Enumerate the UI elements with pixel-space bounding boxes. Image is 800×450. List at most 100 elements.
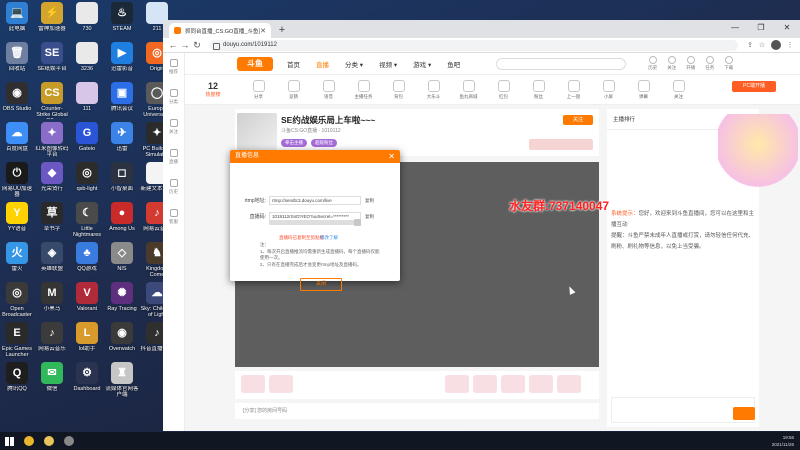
menu-kebab-icon[interactable]: ⋮: [784, 41, 796, 49]
category-item[interactable]: 小屏: [591, 79, 626, 100]
desktop-icon[interactable]: ◉ OBS Studio: [0, 82, 34, 112]
reload-icon[interactable]: ↻: [191, 40, 203, 51]
sidebar-item[interactable]: 关注: [163, 113, 184, 143]
pc-broadcast-button[interactable]: PC端开播: [732, 81, 776, 92]
desktop-icon[interactable]: ◈ 英雄联盟: [35, 242, 69, 272]
bookmark-star-icon[interactable]: ☆: [756, 41, 768, 49]
rank-box[interactable]: 12 热度榜: [185, 81, 241, 98]
desktop-icon[interactable]: E Epic Games Launcher: [0, 322, 34, 358]
copy-rtmp-button[interactable]: 复制: [365, 198, 374, 204]
gift-item[interactable]: [501, 375, 525, 393]
desktop-icon[interactable]: ♜ 流媒体官网客户端: [105, 362, 139, 398]
desktop-icon[interactable]: ▶ 迅雷影音: [105, 42, 139, 72]
desktop-icon[interactable]: ● Among Us: [105, 202, 139, 232]
desktop-icon[interactable]: ◎ Open Broadcaster: [0, 282, 34, 318]
desktop-icon[interactable]: ▣ 腾讯会议: [105, 82, 139, 112]
desktop-icon[interactable]: ⏻ 网易UU加速器: [0, 162, 34, 198]
category-item[interactable]: 弹幕: [626, 79, 661, 100]
nav-item[interactable]: 视频 ▾: [379, 59, 397, 69]
gift-item[interactable]: [269, 375, 293, 393]
desktop-icon[interactable]: ☾ Little Nightmares: [70, 202, 104, 238]
category-item[interactable]: 关注: [661, 79, 696, 100]
room-banner[interactable]: [529, 139, 593, 150]
close-window-button[interactable]: ✕: [774, 20, 800, 36]
close-tab-icon[interactable]: ✕: [260, 27, 266, 35]
desktop-icon[interactable]: G Gateio: [70, 122, 104, 152]
learn-more-link[interactable]: 修改了解: [320, 235, 338, 241]
nav-item[interactable]: 分类 ▾: [345, 59, 363, 69]
nav-item[interactable]: 游戏 ▾: [413, 59, 431, 69]
gift-item[interactable]: [445, 375, 469, 393]
desktop-icon[interactable]: ✈ 迅雷: [105, 122, 139, 152]
category-item[interactable]: 主播任务: [346, 79, 381, 100]
dialog-close-icon[interactable]: ✕: [388, 150, 395, 163]
douyu-logo[interactable]: 斗鱼: [237, 56, 273, 71]
nav-item[interactable]: 首页: [287, 59, 300, 69]
browser-tab[interactable]: 抓同台直播_CS:GO直播_斗鱼直播 ✕: [169, 23, 271, 38]
back-icon[interactable]: ←: [167, 40, 179, 50]
desktop-icon[interactable]: Llol助手: [70, 322, 104, 352]
share-icon[interactable]: ⇪: [744, 41, 756, 49]
desktop-icon[interactable]: ◆ 光荣贤行: [35, 162, 69, 192]
header-icon-item[interactable]: 下载: [724, 56, 733, 71]
gift-item[interactable]: [241, 375, 265, 393]
new-tab-button[interactable]: +: [275, 24, 289, 38]
desktop-icon[interactable]: ☁ 百度网盘: [0, 122, 34, 152]
desktop-icon[interactable]: V Valorant: [70, 282, 104, 312]
desktop-icon[interactable]: ◎ qsb-light: [70, 162, 104, 192]
desktop-icon[interactable]: ⚡ 雷神加速器: [35, 2, 69, 32]
desktop-icon[interactable]: 3236: [70, 42, 104, 72]
desktop-icon[interactable]: ◇ NIS: [105, 242, 139, 272]
room-tag[interactable]: 超级粉丝: [311, 139, 337, 147]
sidebar-item[interactable]: 推荐: [163, 53, 184, 83]
category-item[interactable]: 竞猜: [276, 79, 311, 100]
category-item[interactable]: 分享: [241, 79, 276, 100]
code-scrollbar[interactable]: [269, 219, 361, 226]
desktop-icon[interactable]: ✉ 微信: [35, 362, 69, 392]
url-field[interactable]: douyu.com/1019112: [209, 39, 738, 51]
scroll-thumb[interactable]: [354, 219, 361, 226]
desktop-icon[interactable]: CS Counter-Strike Global Off...: [35, 82, 69, 119]
category-item[interactable]: 背包: [381, 79, 416, 100]
desktop-icon[interactable]: ✺ Ray Tracing: [105, 282, 139, 312]
sidebar-item[interactable]: 分类: [163, 83, 184, 113]
profile-avatar[interactable]: [771, 40, 781, 50]
desktop-icon[interactable]: ♪ 网易云音乐: [35, 322, 69, 352]
copy-code-button[interactable]: 复制: [365, 214, 374, 220]
desktop-icon[interactable]: Y YY语音: [0, 202, 34, 232]
desktop-icon[interactable]: 🗑 回收站: [0, 42, 34, 72]
category-item[interactable]: 粉丝: [521, 79, 556, 100]
forward-icon[interactable]: →: [179, 40, 191, 50]
taskbar-app[interactable]: [40, 432, 58, 450]
desktop-icon[interactable]: M 小黑马: [35, 282, 69, 312]
search-input[interactable]: [496, 57, 627, 70]
desktop-icon[interactable]: 火雷火: [0, 242, 34, 272]
category-item[interactable]: 语音: [311, 79, 346, 100]
header-icon-item[interactable]: 任务: [705, 56, 714, 71]
follow-button[interactable]: 关注: [563, 115, 593, 125]
gift-item[interactable]: [529, 375, 553, 393]
header-icon-item[interactable]: 开播: [686, 56, 695, 71]
desktop-icon[interactable]: Q 腾讯QQ: [0, 362, 34, 392]
desktop-icon[interactable]: 111: [70, 82, 104, 112]
dialog-close-button[interactable]: 关闭: [300, 278, 342, 291]
desktop-icon[interactable]: ✦ 红米图像转码平台: [35, 122, 69, 158]
category-item[interactable]: 鱼丸商城: [451, 79, 486, 100]
category-item[interactable]: 大乐斗: [416, 79, 451, 100]
minimize-button[interactable]: —: [722, 20, 748, 36]
rtmp-field[interactable]: rtmp://sendtc3.douyu.com/live: [269, 196, 361, 205]
desktop-icon[interactable]: 草草书字: [35, 202, 69, 232]
sidebar-item[interactable]: 客服: [163, 203, 184, 233]
header-icon-item[interactable]: 历史: [648, 56, 657, 71]
sidebar-item[interactable]: 直播: [163, 143, 184, 173]
nav-item[interactable]: 直播: [316, 59, 329, 69]
gift-item[interactable]: [557, 375, 581, 393]
start-button[interactable]: [0, 432, 18, 450]
gift-item[interactable]: [473, 375, 497, 393]
desktop-icon[interactable]: SE SE纸娱平台: [35, 42, 69, 72]
streamer-avatar[interactable]: [237, 113, 277, 151]
desktop-icon[interactable]: 💻 此电脑: [0, 2, 34, 32]
desktop-icon[interactable]: ♨ STEAM: [105, 2, 139, 32]
desktop-icon[interactable]: ◻ 小智桌面: [105, 162, 139, 192]
desktop-icon[interactable]: ♣ QQ游戏: [70, 242, 104, 272]
